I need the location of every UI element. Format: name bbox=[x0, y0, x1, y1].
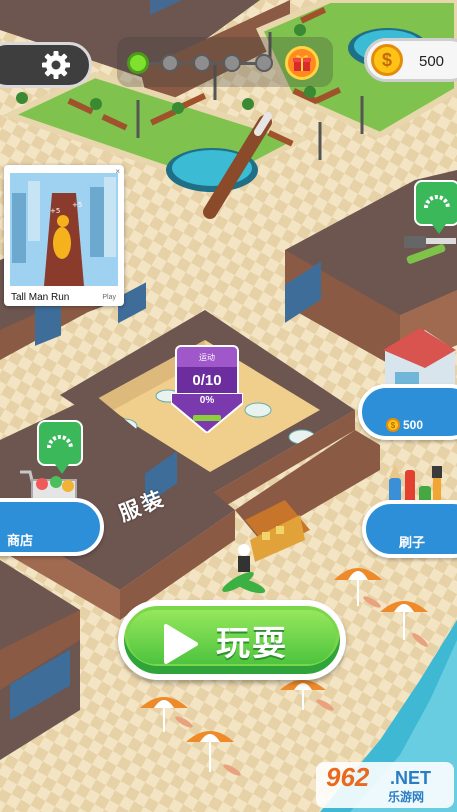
play-button[interactable]: 玩耍 bbox=[118, 600, 346, 680]
watermark-logo: 962 bbox=[326, 762, 370, 792]
watermark-site: 乐游网 bbox=[388, 790, 425, 804]
ad-card[interactable]: × +5 +5 Tall Man Run Play bbox=[4, 165, 124, 306]
brush-button[interactable]: 刷子 bbox=[362, 500, 457, 558]
play-icon bbox=[164, 624, 198, 664]
coin-icon: $ bbox=[371, 44, 403, 76]
ad-title: Tall Man Run bbox=[11, 292, 70, 303]
settings-button[interactable] bbox=[0, 42, 92, 88]
progress-arc-icon bbox=[47, 435, 73, 449]
gear-icon bbox=[42, 51, 70, 79]
task-count: 0/10 bbox=[175, 367, 239, 395]
brush-label: 刷子 bbox=[399, 535, 426, 550]
wrench-hammer-icon bbox=[404, 236, 456, 264]
task-percent: 0% bbox=[199, 395, 215, 406]
coin-icon: $ bbox=[386, 418, 400, 432]
upgrade-cost: $ 500 bbox=[386, 418, 423, 432]
level-dot bbox=[161, 54, 179, 72]
svg-text:+5: +5 bbox=[72, 201, 82, 209]
level-dot bbox=[193, 54, 211, 72]
level-dot bbox=[255, 54, 273, 72]
task-indicator[interactable]: 运动 0/10 0% bbox=[171, 345, 243, 433]
svg-text:+5: +5 bbox=[50, 207, 60, 215]
level-progress bbox=[117, 37, 333, 87]
task-header: 运动 bbox=[175, 345, 239, 369]
shop-label: 商店 bbox=[7, 533, 34, 548]
game-screen: $ 500 × +5 +5 Tall Man Run Play 运动 0/10 … bbox=[0, 0, 457, 812]
upgrade-button[interactable]: $ 500 bbox=[358, 384, 457, 440]
upgrade-cost-value: 500 bbox=[403, 418, 424, 432]
level-dot bbox=[223, 54, 241, 72]
play-label: 玩耍 bbox=[216, 625, 288, 663]
coin-amount: 500 bbox=[419, 53, 445, 70]
watermark-net: .NET bbox=[390, 768, 432, 788]
shop-button[interactable]: 商店 bbox=[0, 498, 104, 556]
ad-play-link[interactable]: Play bbox=[102, 294, 116, 301]
progress-arc-icon bbox=[424, 195, 450, 209]
ad-thumbnail: +5 +5 bbox=[10, 173, 118, 286]
gift-icon[interactable] bbox=[285, 46, 319, 80]
shop-speech-bubble[interactable] bbox=[37, 420, 83, 474]
level-dot-active bbox=[127, 52, 149, 74]
upgrade-speech-bubble[interactable] bbox=[414, 180, 457, 234]
coin-counter: $ 500 bbox=[364, 38, 457, 82]
site-watermark: 962 .NET 乐游网 bbox=[316, 762, 454, 808]
